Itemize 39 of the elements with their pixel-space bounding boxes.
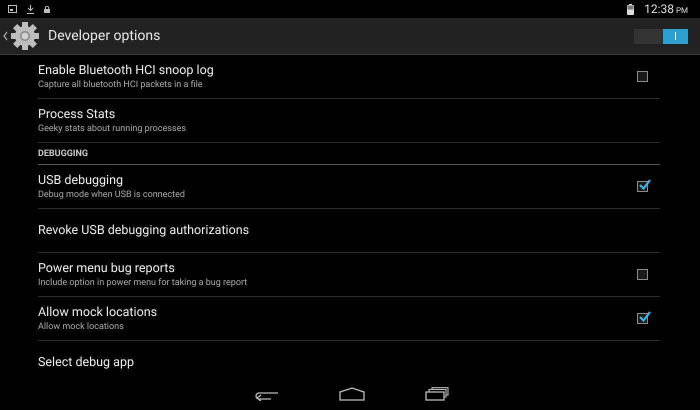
setting-title: USB debugging <box>38 172 124 188</box>
settings-row[interactable]: Power menu bug reports Include option in power menu for taking a bug report <box>38 253 660 297</box>
screen-title: Developer options <box>48 26 160 46</box>
setting-summary: Include option in power menu for taking a bug report <box>38 276 248 288</box>
gear-icon <box>10 21 40 51</box>
settings-row[interactable]: Revoke USB debugging authorizations <box>38 209 660 253</box>
back-caret-icon[interactable] <box>3 31 8 41</box>
settings-row[interactable]: Allow mock locations Allow mock locations <box>38 297 660 341</box>
recent-apps-icon[interactable] <box>425 387 449 401</box>
setting-title: Enable Bluetooth HCI snoop log <box>38 62 215 78</box>
checkbox[interactable] <box>637 181 648 192</box>
checkmark-icon <box>639 178 651 190</box>
settings-row[interactable]: Process Stats Geeky stats about running processes <box>38 99 660 143</box>
setting-summary: Allow mock locations <box>38 320 125 332</box>
section-header: DEBUGGING <box>38 148 88 160</box>
download-icon <box>27 4 34 14</box>
clock-ampm: PM <box>676 5 688 17</box>
toggle-thumb <box>663 28 688 44</box>
clock-time: 12:38 <box>644 1 674 18</box>
checkmark-icon <box>639 310 651 322</box>
setting-title: Select debug app <box>38 355 135 371</box>
setting-title: Power menu bug reports <box>38 260 176 276</box>
master-toggle[interactable] <box>634 28 688 44</box>
checkbox[interactable] <box>637 269 648 280</box>
setting-title: Process Stats <box>38 106 116 122</box>
settings-row[interactable]: USB debugging Debug mode when USB is connected <box>38 165 660 209</box>
setting-title: Allow mock locations <box>38 304 158 320</box>
setting-title: Revoke USB debugging authorizations <box>38 222 250 238</box>
checkbox[interactable] <box>637 313 648 324</box>
home-icon[interactable] <box>339 387 365 401</box>
lock-icon <box>44 6 50 12</box>
setting-summary: Capture all bluetooth HCI packets in a file <box>38 78 204 90</box>
settings-row[interactable]: Select debug app <box>38 341 660 378</box>
setting-summary: Geeky stats about running processes <box>38 122 187 134</box>
battery-icon <box>627 4 634 14</box>
setting-summary: Debug mode when USB is connected <box>38 188 186 200</box>
checkbox[interactable] <box>637 71 648 82</box>
screenshot-icon <box>8 5 17 13</box>
settings-row[interactable]: Enable Bluetooth HCI snoop log Capture all bluetooth HCI packets in a file <box>38 55 660 99</box>
